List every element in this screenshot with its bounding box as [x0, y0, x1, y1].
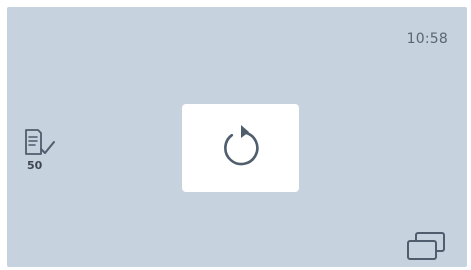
- clock: 10:58: [406, 31, 448, 47]
- checklist-icon: [25, 129, 55, 155]
- task-indicator[interactable]: 50: [24, 128, 62, 180]
- refresh-button[interactable]: [182, 104, 299, 192]
- screen: 10:58 50: [7, 7, 467, 267]
- task-count: 50: [27, 159, 43, 172]
- windows-stack-icon: [407, 232, 445, 260]
- refresh-icon: [223, 125, 259, 166]
- windows-stack-button[interactable]: [405, 231, 449, 263]
